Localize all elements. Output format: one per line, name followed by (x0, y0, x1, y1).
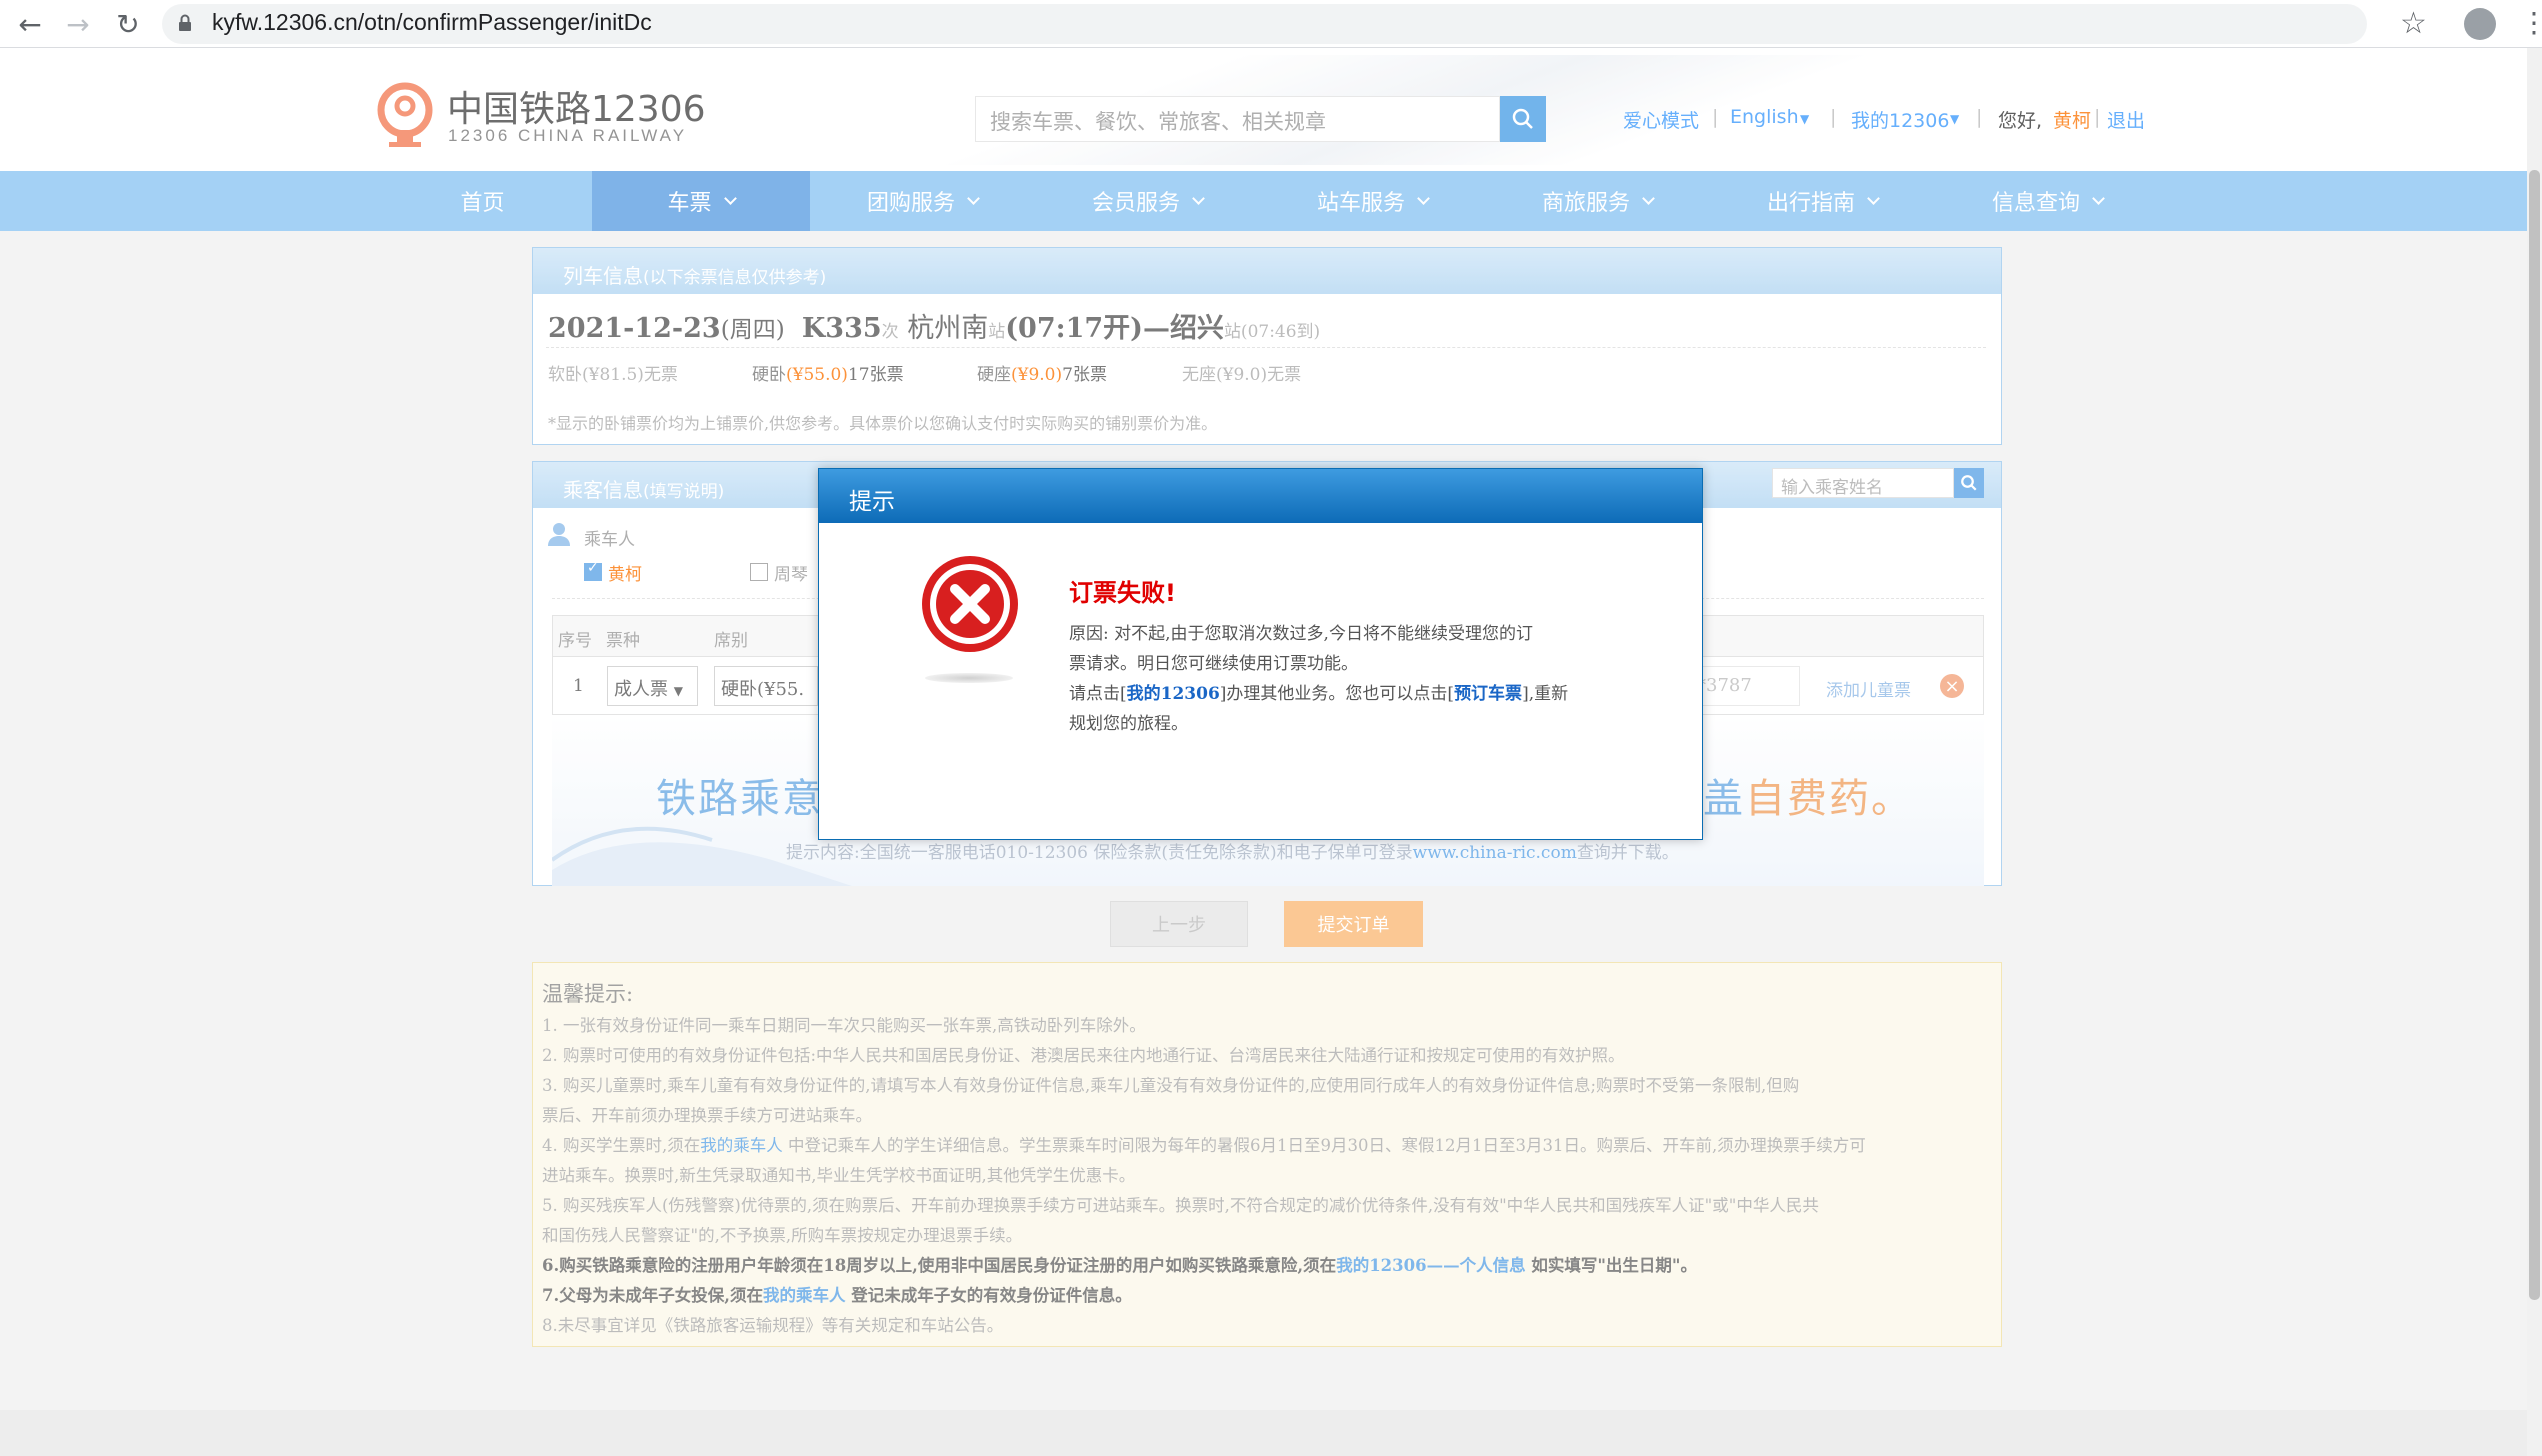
book-ticket-link[interactable]: 预订车票 (1454, 684, 1522, 704)
error-title: 订票失败! (1069, 579, 1176, 607)
url-text[interactable]: kyfw.12306.cn/otn/confirmPassenger/initD… (212, 9, 652, 36)
dialog-title: 提示 (819, 469, 1702, 523)
dialog-text: ]办理其他业务。您也可以点击[ (1219, 684, 1455, 704)
dialog-text: ],重新 (1522, 684, 1569, 704)
error-reason-line1: 原因: 对不起,由于您取消次数过多,今日将不能继续受理您的订 (1069, 624, 1533, 644)
arrow-back-icon[interactable]: ← (14, 8, 46, 41)
error-action-line2: 规划您的旅程。 (1069, 714, 1188, 734)
scrollbar-thumb[interactable] (2529, 170, 2540, 1300)
profile-avatar-icon[interactable] (2464, 8, 2496, 40)
error-reason-line2: 票请求。明日您可继续使用订票功能。 (1069, 654, 1358, 674)
lock-icon (179, 14, 191, 31)
reload-icon[interactable]: ↻ (112, 8, 144, 41)
icon-shadow (925, 673, 1013, 683)
menu-kebab-icon[interactable]: ⋮ (2520, 6, 2542, 39)
arrow-forward-icon[interactable]: → (62, 8, 94, 41)
error-action-line: 请点击[我的12306]办理其他业务。您也可以点击[预订车票],重新 (1069, 679, 1568, 704)
dialog-text: 请点击[ (1069, 684, 1127, 704)
my12306-link[interactable]: 我的12306 (1127, 684, 1220, 704)
error-x-icon (922, 556, 1018, 652)
bookmark-star-icon[interactable]: ☆ (2400, 6, 2427, 41)
